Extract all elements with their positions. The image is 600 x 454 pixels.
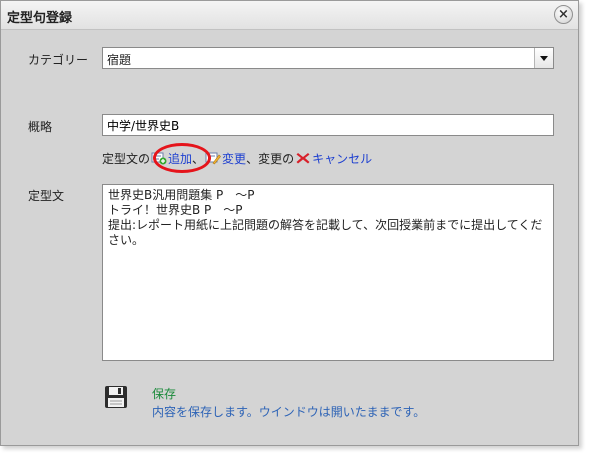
template-actions: 定型文の 追加 、 変更 、変更の キャンセル — [102, 149, 372, 167]
dialog-title: 定型句登録 — [7, 11, 73, 26]
title-bar[interactable]: 定型句登録 × — [1, 1, 578, 30]
summary-input[interactable] — [102, 114, 554, 136]
template-textarea[interactable]: 世界史B汎用問題集 P ～P トライ！世界史B P ～P 提出:レポート用紙に上… — [102, 184, 554, 361]
actions-prefix: 定型文の — [102, 151, 151, 166]
actions-sep2: 、変更の — [246, 151, 295, 166]
category-select[interactable]: 宿題 — [102, 47, 554, 69]
change-link[interactable]: 変更 — [222, 150, 246, 167]
save-button[interactable]: 保存 — [152, 385, 176, 402]
summary-label: 概略 — [28, 120, 53, 134]
cancel-link[interactable]: キャンセル — [312, 150, 372, 167]
category-value: 宿題 — [107, 53, 132, 67]
cancel-x-icon[interactable] — [295, 151, 311, 165]
highlight-ring — [153, 143, 211, 173]
save-description: 内容を保存します。ウインドウは開いたままです。 — [152, 405, 426, 419]
template-label: 定型文 — [28, 189, 65, 203]
category-label: カテゴリー — [28, 53, 89, 67]
close-icon[interactable]: × — [554, 5, 573, 24]
dropdown-arrow-icon[interactable] — [534, 48, 553, 68]
dialog-window: 定型句登録 × カテゴリー 宿題 概略 定型文の 追加 、 変更 、変更の キャ… — [0, 0, 579, 446]
floppy-disk-icon[interactable] — [104, 385, 128, 409]
